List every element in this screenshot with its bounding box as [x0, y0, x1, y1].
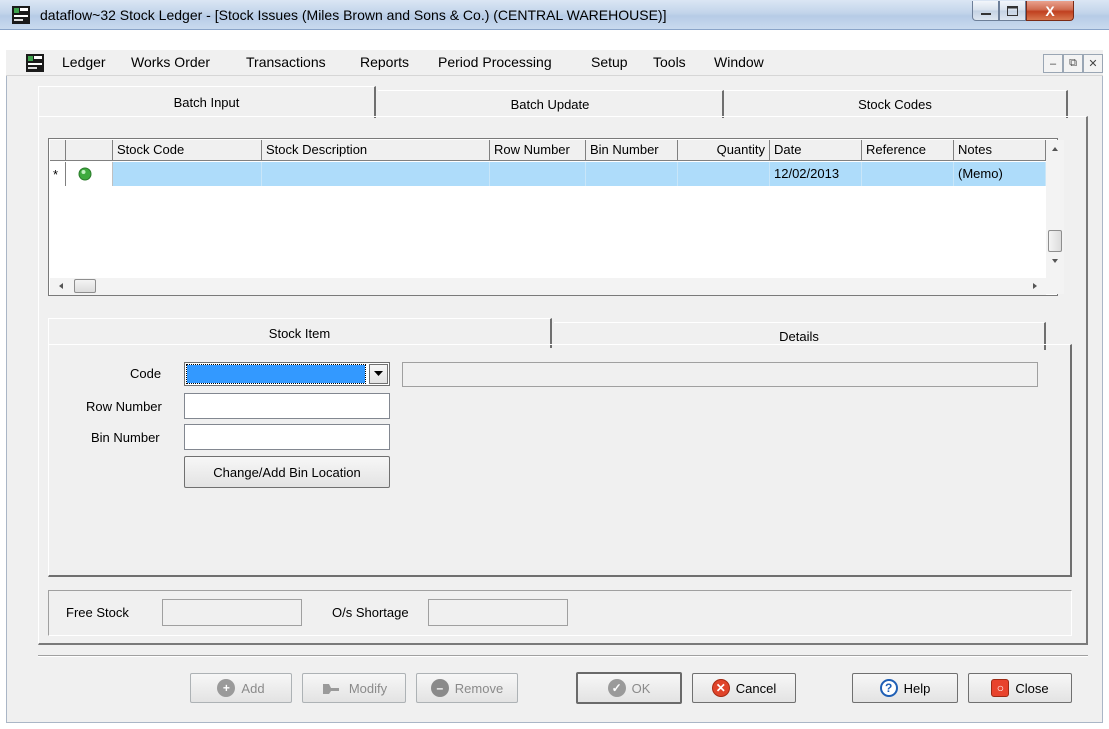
- cell-stock-code[interactable]: [113, 162, 262, 186]
- row-number-label: Row Number: [86, 399, 162, 414]
- menu-setup[interactable]: Setup: [591, 54, 628, 70]
- column-header-date[interactable]: Date: [770, 140, 862, 161]
- menu-reports[interactable]: Reports: [360, 54, 409, 70]
- column-header-reference[interactable]: Reference: [862, 140, 954, 161]
- column-header-stock-description[interactable]: Stock Description: [262, 140, 490, 161]
- cell-date[interactable]: 12/02/2013: [770, 162, 862, 186]
- menu-ledger[interactable]: Ledger: [62, 54, 106, 70]
- maximize-icon: [1007, 5, 1018, 16]
- cell-stock-description[interactable]: [262, 162, 490, 186]
- menu-tools[interactable]: Tools: [653, 54, 686, 70]
- grid-horizontal-scrollbar[interactable]: [50, 278, 1046, 295]
- column-header-notes[interactable]: Notes: [954, 140, 1046, 161]
- mdi-close-button[interactable]: ✕: [1083, 54, 1103, 73]
- window-close-button[interactable]: X: [1026, 1, 1074, 21]
- row-indicator[interactable]: *: [50, 162, 66, 186]
- row-status-cell[interactable]: [66, 162, 113, 186]
- menu-works-order[interactable]: Works Order: [131, 54, 210, 70]
- button-label: Cancel: [735, 680, 777, 696]
- remove-icon: –: [430, 679, 449, 697]
- scroll-down-arrow-icon[interactable]: [1046, 254, 1064, 268]
- remove-button[interactable]: – Remove: [416, 673, 518, 703]
- cell-reference[interactable]: [862, 162, 954, 186]
- minimize-button[interactable]: [972, 1, 999, 21]
- close-icon: ✕: [1088, 58, 1098, 70]
- button-label: Remove: [454, 680, 504, 696]
- chevron-down-icon: [374, 371, 383, 376]
- modify-button[interactable]: Modify: [302, 673, 406, 703]
- add-button[interactable]: + Add: [190, 673, 292, 703]
- tab-label: Batch Input: [173, 95, 240, 110]
- grid-status-header: [66, 140, 113, 161]
- bin-number-input[interactable]: [184, 424, 390, 450]
- cancel-button[interactable]: ✕ Cancel: [692, 673, 796, 703]
- button-label: Help: [903, 680, 931, 696]
- code-dropdown-button[interactable]: [369, 364, 388, 384]
- change-add-bin-location-button[interactable]: Change/Add Bin Location: [184, 456, 390, 488]
- scroll-right-arrow-icon[interactable]: [1028, 278, 1042, 295]
- row-number-input[interactable]: [184, 393, 390, 419]
- vertical-scroll-thumb[interactable]: [1048, 230, 1062, 252]
- app-icon: [12, 6, 30, 24]
- button-label: Add: [241, 680, 265, 696]
- restore-icon: ⧉: [1069, 57, 1077, 69]
- scroll-left-arrow-icon[interactable]: [54, 278, 68, 295]
- column-header-row-number[interactable]: Row Number: [490, 140, 586, 161]
- cell-bin-number[interactable]: [586, 162, 678, 186]
- tab-label: Stock Item: [268, 326, 331, 341]
- status-ok-icon: [78, 167, 92, 181]
- help-icon: ?: [879, 679, 898, 697]
- os-shortage-label: O/s Shortage: [332, 605, 409, 620]
- bin-number-label: Bin Number: [91, 430, 160, 445]
- mdi-restore-button[interactable]: ⧉: [1063, 54, 1083, 73]
- tab-label: Details: [779, 329, 819, 344]
- menu-window[interactable]: Window: [714, 54, 764, 70]
- wrench-icon: [322, 684, 339, 694]
- column-header-bin-number[interactable]: Bin Number: [586, 140, 678, 161]
- help-button[interactable]: ? Help: [852, 673, 958, 703]
- cell-row-number[interactable]: [490, 162, 586, 186]
- tab-stock-codes[interactable]: Stock Codes: [724, 90, 1068, 118]
- tab-batch-update[interactable]: Batch Update: [378, 90, 724, 118]
- button-label: Modify: [348, 680, 388, 696]
- grid-corner-cell: [50, 140, 66, 161]
- column-header-quantity[interactable]: Quantity: [678, 140, 770, 161]
- close-icon: ○: [991, 679, 1010, 697]
- horizontal-scroll-thumb[interactable]: [74, 279, 96, 293]
- ok-button[interactable]: ✓ OK: [576, 672, 682, 704]
- close-icon: X: [1045, 2, 1055, 19]
- menu-transactions[interactable]: Transactions: [246, 54, 326, 70]
- menu-period-processing[interactable]: Period Processing: [438, 54, 552, 70]
- grid-vertical-scrollbar[interactable]: [1046, 140, 1064, 294]
- tab-batch-input[interactable]: Batch Input: [38, 86, 376, 118]
- close-button[interactable]: ○ Close: [968, 673, 1072, 703]
- tab-label: Stock Codes: [858, 97, 932, 112]
- code-value[interactable]: [186, 364, 366, 384]
- free-stock-label: Free Stock: [66, 605, 129, 620]
- mdi-minimize-button[interactable]: –: [1043, 54, 1063, 73]
- button-label: OK: [631, 680, 651, 696]
- document-icon[interactable]: [26, 54, 44, 72]
- scroll-up-arrow-icon[interactable]: [1046, 142, 1064, 156]
- free-stock-field: [162, 599, 302, 626]
- button-label: Change/Add Bin Location: [213, 464, 361, 480]
- cell-quantity[interactable]: [678, 162, 770, 186]
- check-icon: ✓: [607, 679, 626, 697]
- os-shortage-field: [428, 599, 568, 626]
- add-icon: +: [217, 679, 236, 697]
- tab-label: Batch Update: [510, 97, 590, 112]
- button-label: Close: [1015, 680, 1049, 696]
- window-title: dataflow~32 Stock Ledger - [Stock Issues…: [40, 7, 667, 23]
- minimize-icon: [980, 12, 991, 15]
- cell-notes[interactable]: (Memo): [954, 162, 1046, 186]
- separator: [38, 655, 1088, 657]
- maximize-button[interactable]: [999, 1, 1026, 21]
- column-header-stock-code[interactable]: Stock Code: [113, 140, 262, 161]
- code-label: Code: [130, 366, 162, 381]
- code-description-field: [402, 362, 1038, 387]
- minimize-icon: –: [1049, 57, 1057, 70]
- code-combobox[interactable]: [184, 362, 390, 386]
- cancel-icon: ✕: [711, 679, 730, 697]
